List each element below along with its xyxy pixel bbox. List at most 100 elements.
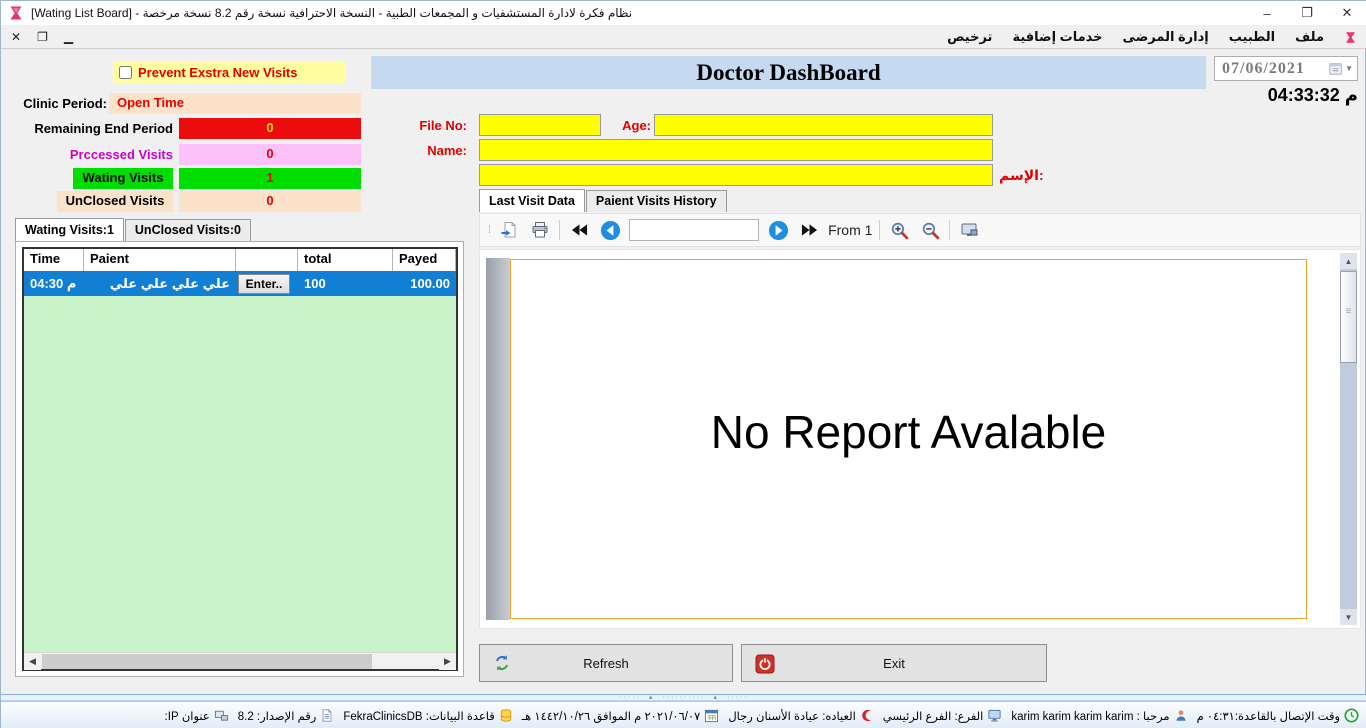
power-icon (755, 654, 775, 674)
crescent-icon (860, 708, 874, 723)
processed-visits-value: 0 (179, 144, 361, 165)
splitter-grip[interactable]: ····· ▴ ·········· ▴ ····· (619, 695, 748, 700)
last-page-icon (801, 223, 818, 237)
menu-logo-icon (1344, 31, 1357, 44)
clock-icon (1344, 708, 1359, 723)
remaining-end-period-label: Remaining End Period (7, 121, 173, 136)
table-empty-area (24, 296, 456, 652)
toolbar-separator (949, 220, 950, 240)
prevent-extra-visits-label: Prevent Exstra New Visits (138, 65, 297, 80)
minimize-button[interactable]: – (1247, 1, 1287, 25)
unclosed-visits-value: 0 (179, 191, 361, 212)
user-icon (1174, 708, 1188, 723)
unclosed-visits-label: UnClosed Visits (57, 191, 173, 212)
status-item-branch: الفرع: الفرع الرئيسي (883, 708, 1003, 723)
arabic-name-input[interactable] (479, 164, 993, 186)
mdi-close-button[interactable]: ✕ (11, 30, 21, 44)
title-bar: [Wating List Board] - نظام فكرة لادارة ا… (1, 1, 1366, 25)
status-item-database: قاعدة البيانات: FekraClinicsDB (343, 708, 512, 723)
tab-unclosed-visits[interactable]: UnClosed Visits:0 (125, 219, 251, 241)
app-logo-icon (8, 5, 24, 21)
exit-button[interactable]: Exit (741, 644, 1047, 682)
h-scroll-thumb[interactable] (42, 654, 372, 669)
v-scroll-thumb[interactable] (1340, 271, 1357, 363)
age-input[interactable] (654, 114, 993, 136)
report-message: No Report Avalable (511, 405, 1306, 459)
table-h-scrollbar[interactable]: ◀ ▶ (24, 652, 456, 669)
date-dropdown-arrow-icon[interactable]: ▼ (1345, 64, 1353, 73)
visits-table: Time Paient total Payed م 04:30 علي علي … (22, 247, 458, 671)
zoom-out-button[interactable] (918, 218, 942, 242)
bottom-splitter[interactable]: ····· ▴ ·········· ▴ ····· (1, 694, 1366, 701)
scroll-down-arrow-icon[interactable]: ▼ (1340, 609, 1357, 625)
zoom-in-button[interactable] (887, 218, 911, 242)
restore-button[interactable]: ❐ (1287, 1, 1327, 25)
first-page-icon (571, 223, 588, 237)
report-margin-strip (486, 258, 510, 620)
next-page-button[interactable] (766, 218, 790, 242)
col-header-patient: Paient (84, 249, 236, 271)
mdi-minimize-button[interactable]: ▁ (64, 30, 73, 44)
refresh-button[interactable]: Refresh (479, 644, 733, 682)
clinic-period-value: Open Time (109, 93, 361, 114)
refresh-label: Refresh (583, 656, 629, 671)
status-item-ip-address: عنوان IP: (165, 708, 229, 723)
export-report-button[interactable] (497, 218, 521, 242)
tab-waiting-visits[interactable]: Wating Visits:1 (15, 218, 124, 241)
previous-page-button[interactable] (598, 218, 622, 242)
exit-label: Exit (883, 656, 905, 671)
calendar-picker-icon[interactable] (1329, 62, 1343, 75)
waiting-visits-label: Wating Visits (73, 168, 173, 189)
col-header-time: Time (24, 249, 84, 271)
menu-item-license[interactable]: ترخيص (947, 29, 992, 45)
dashboard-header: Doctor DashBoard (371, 56, 1206, 89)
print-report-button[interactable] (528, 218, 552, 242)
report-v-scrollbar[interactable]: ▲ ▼ (1340, 253, 1357, 625)
remaining-end-period-value: 0 (179, 118, 361, 139)
processed-visits-label: Prccessed Visits (7, 147, 173, 162)
menu-item-doctor[interactable]: الطبيب (1229, 29, 1275, 45)
page-setup-button[interactable] (957, 218, 981, 242)
visit-row[interactable]: م 04:30 علي علي علي علي Enter.. 100 100.… (24, 271, 456, 296)
cell-time: م 04:30 (24, 276, 84, 292)
prevent-extra-visits-checkbox[interactable] (119, 66, 132, 79)
printer-icon (531, 221, 549, 239)
dashboard-title: Doctor DashBoard (696, 60, 880, 86)
enter-visit-button[interactable]: Enter.. (238, 274, 290, 294)
cell-action: Enter.. (236, 274, 298, 294)
zoom-out-icon (921, 221, 940, 240)
mdi-restore-button[interactable]: ❐ (37, 30, 48, 44)
file-no-input[interactable] (479, 114, 601, 136)
col-header-total: total (298, 249, 393, 271)
tab-patient-visits-history[interactable]: Paient Visits History (586, 190, 727, 212)
name-input[interactable] (479, 139, 993, 161)
last-page-button[interactable] (797, 218, 821, 242)
status-item-clinic: العياده: عيادة الأسنان رجال (728, 708, 873, 723)
menu-item-patient-management[interactable]: إدارة المرضى (1123, 29, 1209, 45)
page-number-input[interactable] (629, 219, 759, 241)
name-label: Name: (397, 143, 467, 158)
scroll-left-arrow-icon[interactable]: ◀ (24, 653, 41, 670)
scroll-up-arrow-icon[interactable]: ▲ (1340, 253, 1357, 269)
document-icon (320, 708, 334, 723)
report-viewer: No Report Avalable ▲ ▼ (479, 249, 1361, 629)
waiting-visits-value: 1 (179, 168, 361, 189)
status-bar: وقت الإتصال بالقاعدة:٠٤:٣١ م مرحبا : kar… (1, 701, 1366, 728)
status-item-version: رقم الإصدار: 8.2 (238, 708, 335, 723)
menu-item-extra-services[interactable]: خدمات إضافية (1012, 29, 1102, 45)
toolbar-grip[interactable]: ⁞ (488, 224, 490, 236)
age-label: Age: (605, 118, 651, 133)
scroll-right-arrow-icon[interactable]: ▶ (439, 653, 456, 670)
menu-item-file[interactable]: ملف (1295, 29, 1324, 45)
date-picker[interactable]: 07/06/2021 ▼ (1214, 56, 1358, 81)
table-header-row: Time Paient total Payed (24, 249, 456, 271)
network-icon (214, 708, 229, 723)
cell-payed: 100.00 (393, 276, 456, 291)
calendar-icon (704, 708, 719, 723)
first-page-button[interactable] (567, 218, 591, 242)
database-icon (499, 708, 513, 723)
close-button[interactable]: ✕ (1327, 1, 1366, 25)
toolbar-separator (559, 220, 560, 240)
tab-last-visit-data[interactable]: Last Visit Data (479, 189, 585, 212)
cell-total: 100 (298, 276, 393, 291)
